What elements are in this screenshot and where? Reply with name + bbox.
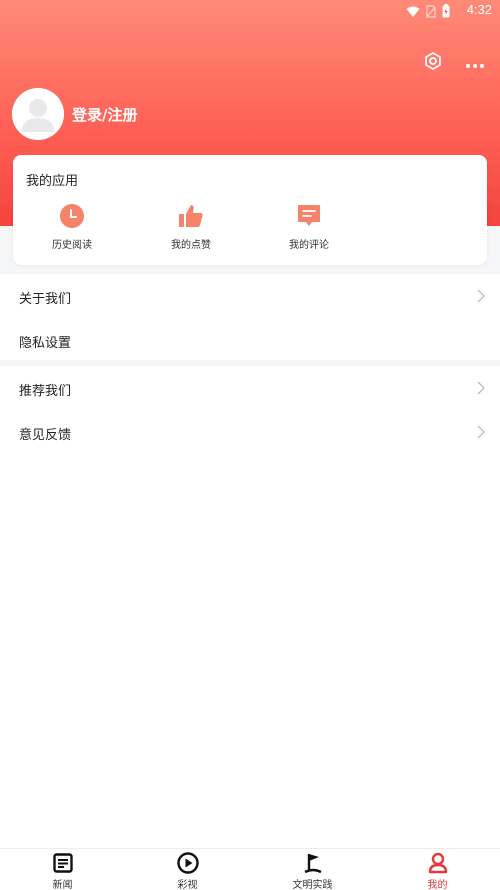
top-actions xyxy=(422,52,486,74)
no-sim-icon xyxy=(426,3,436,22)
news-icon xyxy=(52,852,74,874)
app-label-history: 历史阅读 xyxy=(52,240,92,251)
app-label-likes: 我的点赞 xyxy=(171,240,211,251)
comment-icon xyxy=(296,203,322,229)
menu-item-feedback[interactable]: 意见反馈 xyxy=(0,410,500,454)
status-icons xyxy=(406,3,450,22)
app-item-likes[interactable]: 我的点赞 xyxy=(146,203,236,251)
chevron-right-icon xyxy=(477,289,485,303)
app-label-comments: 我的评论 xyxy=(289,240,329,251)
tab-label-mine: 我的 xyxy=(427,880,448,890)
avatar[interactable] xyxy=(12,88,64,140)
default-avatar-icon xyxy=(12,88,64,140)
status-bar: 4:32 xyxy=(0,0,500,22)
tab-news[interactable]: 新闻 xyxy=(0,849,125,890)
my-apps-title: 我的应用 xyxy=(26,174,79,189)
clock-icon xyxy=(59,203,85,229)
tab-label-news: 新闻 xyxy=(52,880,73,890)
chevron-right-icon xyxy=(477,425,485,439)
bottom-tab-bar: 新闻 彩视 文明实践 我的 xyxy=(0,848,500,890)
tab-civilization-practice[interactable]: 文明实践 xyxy=(250,849,375,890)
user-icon xyxy=(427,852,449,874)
wifi-icon xyxy=(406,3,420,22)
settings-button[interactable] xyxy=(422,52,444,74)
menu-label-privacy-settings: 隐私设置 xyxy=(19,336,72,351)
menu-label-recommend-us: 推荐我们 xyxy=(19,384,72,399)
status-time: 4:32 xyxy=(466,2,492,17)
menu-label-about-us: 关于我们 xyxy=(19,292,72,307)
app-item-comments[interactable]: 我的评论 xyxy=(264,203,354,251)
tab-label-video: 彩视 xyxy=(177,880,198,890)
tab-mine[interactable]: 我的 xyxy=(375,849,500,890)
menu-label-feedback: 意见反馈 xyxy=(19,428,72,443)
tab-label-civilization-practice: 文明实践 xyxy=(292,880,333,890)
app-item-history[interactable]: 历史阅读 xyxy=(27,203,117,251)
more-dots-icon xyxy=(465,54,485,73)
tab-video[interactable]: 彩视 xyxy=(125,849,250,890)
battery-icon xyxy=(442,3,450,22)
play-icon xyxy=(176,852,199,874)
settings-icon xyxy=(423,51,443,75)
menu-item-about-us[interactable]: 关于我们 xyxy=(0,274,500,318)
my-apps-card: 我的应用 历史阅读 我的点赞 我的评论 xyxy=(13,155,487,265)
flag-icon xyxy=(302,852,324,874)
menu-group-2: 推荐我们 意见反馈 xyxy=(0,366,500,454)
menu-item-privacy-settings[interactable]: 隐私设置 xyxy=(0,318,500,362)
login-register-label[interactable]: 登录/注册 xyxy=(72,104,137,125)
menu-group-1: 关于我们 隐私设置 xyxy=(0,274,500,362)
chevron-right-icon xyxy=(477,381,485,395)
more-button[interactable] xyxy=(464,52,486,74)
thumbs-up-icon xyxy=(178,203,204,229)
menu-item-recommend-us[interactable]: 推荐我们 xyxy=(0,366,500,410)
profile-login[interactable]: 登录/注册 xyxy=(12,88,137,140)
